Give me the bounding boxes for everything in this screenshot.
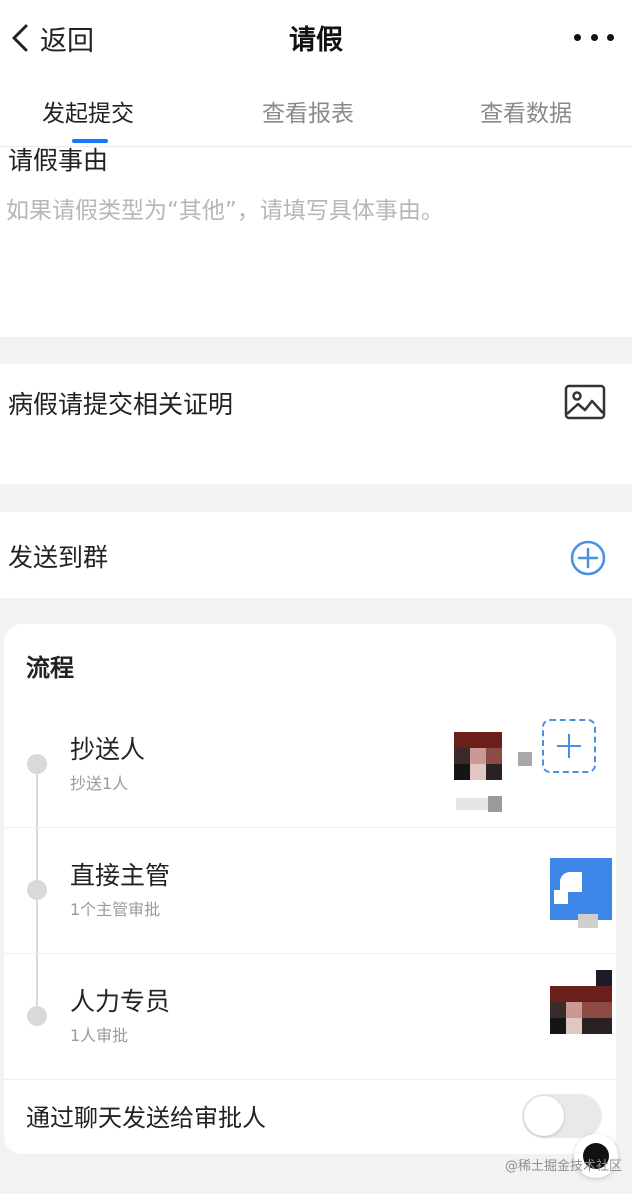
image-icon[interactable] (564, 384, 606, 422)
pixel-block (488, 796, 502, 812)
chat-send-toggle[interactable] (522, 1094, 602, 1138)
step-subtitle: 1人审批 (70, 1026, 129, 1045)
proof-section: 病假请提交相关证明 (0, 364, 632, 484)
avatar (550, 970, 612, 1036)
dot (590, 33, 598, 41)
timeline-dot (27, 754, 47, 774)
tab-submit[interactable]: 发起提交 (42, 94, 134, 128)
step-name: 直接主管 (70, 861, 171, 890)
process-step-supervisor[interactable]: 直接主管 1个主管审批 (4, 828, 616, 954)
avatar (454, 732, 502, 780)
reason-input[interactable] (6, 191, 616, 321)
avatar (550, 858, 612, 920)
dot (607, 33, 614, 41)
back-button[interactable]: 返回 (8, 16, 94, 60)
back-label: 返回 (40, 25, 94, 57)
send-group-label: 发送到群 (8, 543, 109, 572)
timeline-dot (27, 1006, 47, 1026)
nav-header: 返回 请假 (0, 0, 632, 76)
add-cc-button[interactable] (542, 719, 596, 773)
dot (574, 33, 581, 41)
pixel-block (518, 752, 532, 766)
process-title: 流程 (26, 654, 74, 682)
reason-section: 请假事由 (0, 147, 632, 337)
process-card: 流程 抄送人 抄送1人 直接主管 1个主管审批 人力专员 1人审批 通过聊天发送… (4, 624, 616, 1154)
pixel-block (578, 914, 598, 928)
tab-bar: 发起提交 查看报表 查看数据 (0, 76, 632, 147)
chevron-left-icon (12, 24, 28, 52)
send-group-section[interactable]: 发送到群 (0, 512, 632, 598)
add-circle-icon[interactable] (570, 540, 606, 576)
chat-send-row: 通过聊天发送给审批人 (4, 1082, 616, 1154)
chat-send-label: 通过聊天发送给审批人 (26, 1104, 266, 1132)
active-tab-indicator (72, 139, 108, 143)
step-subtitle: 1个主管审批 (70, 900, 161, 919)
divider (4, 1079, 616, 1080)
toggle-knob (524, 1096, 564, 1136)
more-dots-icon[interactable] (574, 22, 614, 52)
step-name: 人力专员 (70, 987, 171, 1016)
step-subtitle: 抄送1人 (70, 774, 129, 793)
tab-report[interactable]: 查看报表 (262, 94, 354, 128)
page-title: 请假 (289, 25, 343, 56)
leave-request-page: 返回 请假 发起提交 查看报表 查看数据 请假事由 病假请提交相关证明 发送到群 (0, 0, 632, 1194)
timeline-dot (27, 880, 47, 900)
tab-data[interactable]: 查看数据 (480, 94, 572, 128)
reason-label: 请假事由 (8, 147, 109, 175)
step-name: 抄送人 (70, 735, 146, 764)
process-step-hr[interactable]: 人力专员 1人审批 (4, 954, 616, 1080)
proof-label: 病假请提交相关证明 (8, 390, 234, 419)
watermark: @稀土掘金技术社区 (504, 1159, 622, 1174)
